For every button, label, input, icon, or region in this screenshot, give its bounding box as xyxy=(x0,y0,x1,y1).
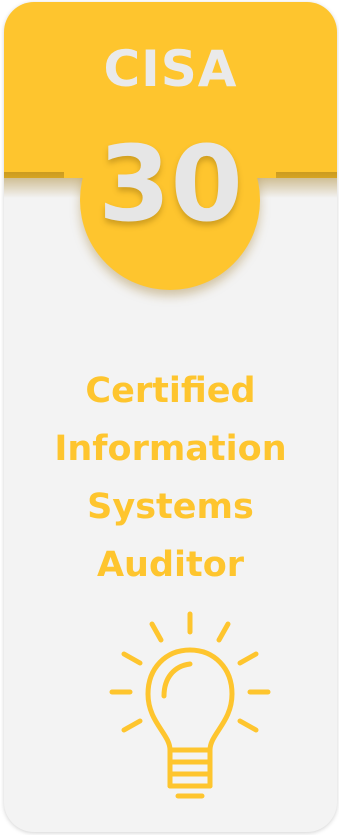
title-line: Systems xyxy=(87,487,254,527)
title-line: Auditor xyxy=(96,545,245,585)
title-line: Certified xyxy=(85,371,256,411)
title-line: Information xyxy=(54,429,287,469)
certification-card: CISA 30 Certified Information Systems Au… xyxy=(4,2,337,832)
lightbulb-icon xyxy=(109,611,271,799)
certification-title: Certified Information Systems Auditor xyxy=(4,362,337,594)
certification-acronym: CISA xyxy=(103,40,238,98)
certification-number: 30 xyxy=(98,123,243,245)
